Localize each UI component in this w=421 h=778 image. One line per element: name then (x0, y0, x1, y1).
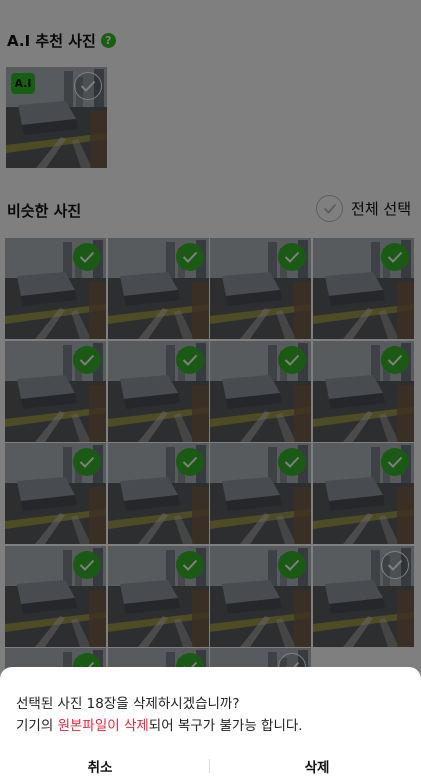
dialog-warning-highlight: 원본파일이 삭제 (57, 718, 149, 734)
cancel-button[interactable]: 취소 (0, 755, 200, 777)
photo-cleanup-screen: A.I 추천 사진 ? A.I 비슷한 사진 전체 선택 (0, 0, 421, 778)
delete-button[interactable]: 삭제 (217, 755, 417, 777)
dialog-question: 선택된 사진 18장을 삭제하시겠습니까? (16, 696, 240, 712)
dialog-warning-prefix: 기기의 (16, 718, 58, 734)
modal-backdrop[interactable] (0, 0, 421, 778)
delete-confirm-dialog: 선택된 사진 18장을 삭제하시겠습니까? 기기의 원본파일이 삭제되어 복구가… (0, 667, 421, 778)
button-divider (209, 759, 210, 773)
dialog-warning-suffix: 되어 복구가 불가능 합니다. (148, 718, 303, 734)
dialog-warning: 기기의 원본파일이 삭제되어 복구가 불가능 합니다. (16, 714, 303, 734)
